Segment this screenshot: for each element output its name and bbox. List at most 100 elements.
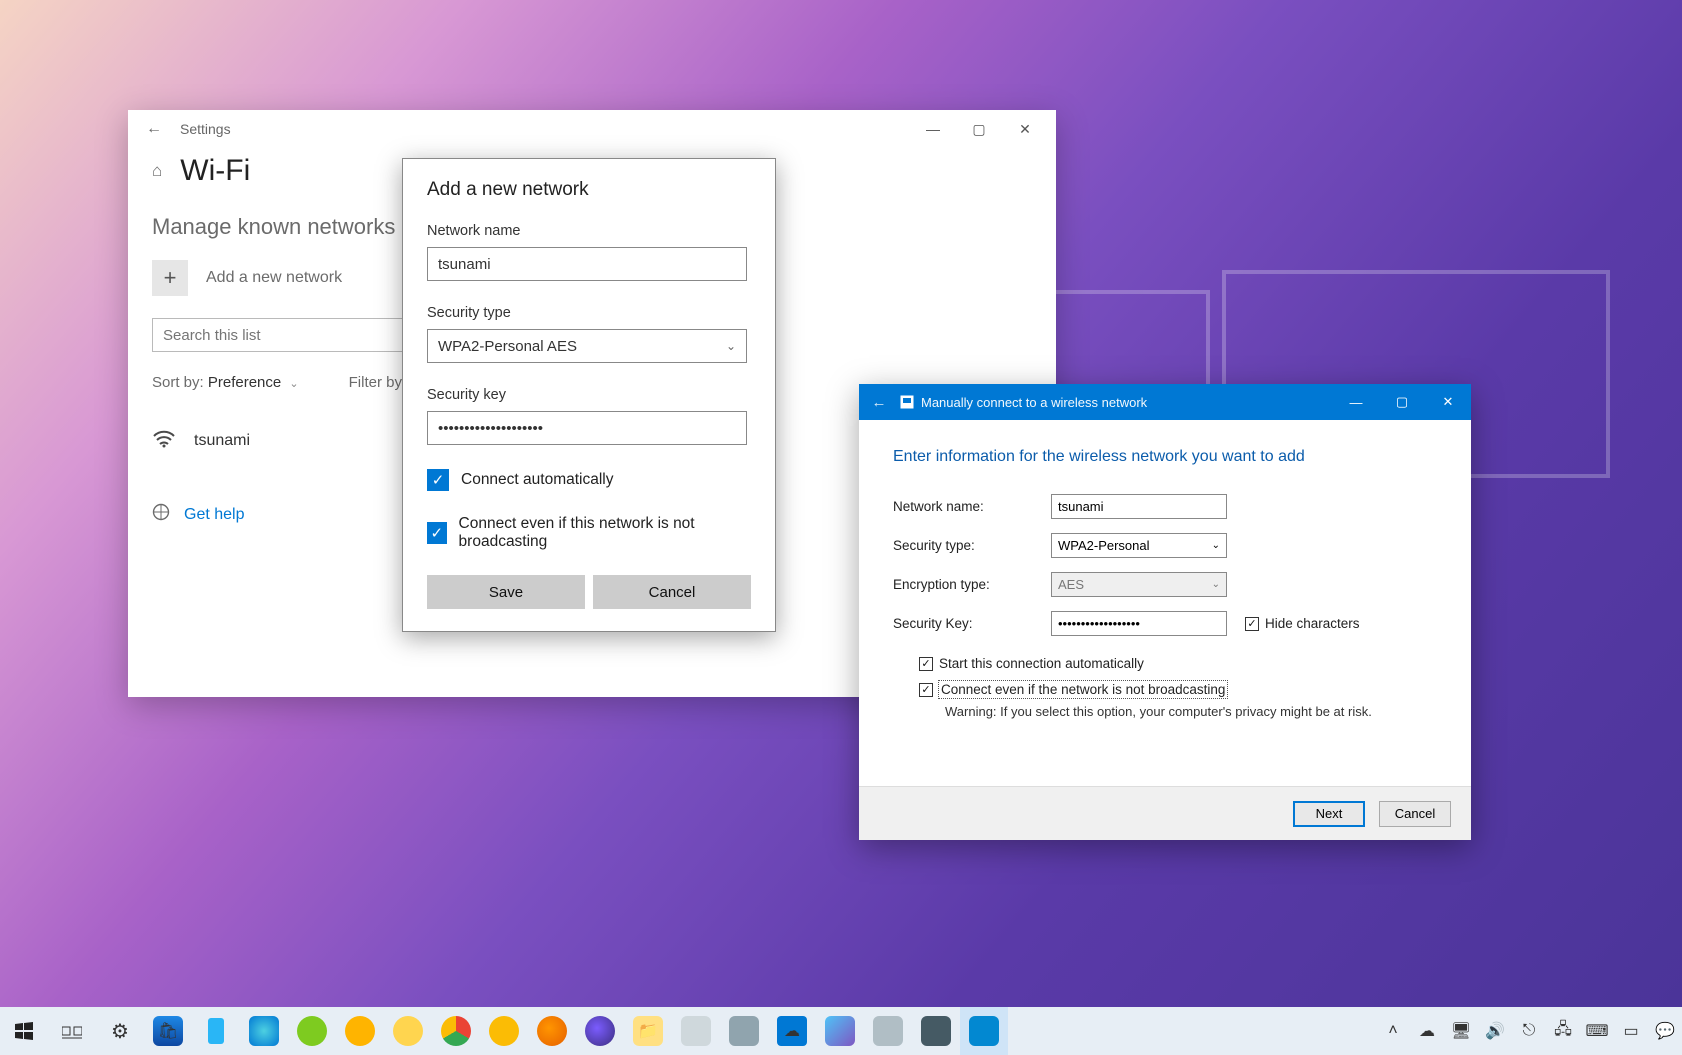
- wizard-body: Enter information for the wireless netwo…: [859, 420, 1471, 719]
- taskbar-app-edge[interactable]: [240, 1007, 288, 1055]
- minimize-button[interactable]: —: [1333, 384, 1379, 420]
- taskbar-app-mail[interactable]: [672, 1007, 720, 1055]
- security-key-input[interactable]: [427, 411, 747, 445]
- taskbar-app-generic2[interactable]: [912, 1007, 960, 1055]
- tray-monitor-icon[interactable]: 🖥: [1444, 1007, 1478, 1055]
- chevron-down-icon: ⌄: [726, 339, 736, 353]
- start-auto-checkbox[interactable]: Start this connection automatically: [919, 656, 1437, 671]
- search-input[interactable]: [152, 318, 442, 352]
- help-icon: [152, 503, 170, 526]
- taskbar-app-photos[interactable]: [816, 1007, 864, 1055]
- connect-nonbroadcast-checkbox[interactable]: ✓ Connect even if this network is not br…: [427, 515, 751, 551]
- app-title: Settings: [180, 121, 231, 137]
- chevron-down-icon: ⌄: [289, 378, 298, 390]
- taskbar-app-edge-dev[interactable]: [336, 1007, 384, 1055]
- minimize-button[interactable]: —: [910, 114, 956, 144]
- checkbox-icon: [919, 657, 933, 671]
- checkmark-icon: ✓: [427, 469, 449, 491]
- connect-nonbroadcast-checkbox[interactable]: Connect even if the network is not broad…: [919, 681, 1437, 698]
- taskbar-app-firefox[interactable]: [528, 1007, 576, 1055]
- taskbar-app-generic1[interactable]: [864, 1007, 912, 1055]
- security-type-value: WPA2-Personal: [1058, 538, 1150, 553]
- encryption-type-value: AES: [1058, 577, 1084, 592]
- taskbar-left: ⚙ 🛍 📁 ☁: [0, 1007, 1008, 1055]
- network-name-input[interactable]: [1051, 494, 1227, 519]
- taskbar-app-chrome-canary[interactable]: [480, 1007, 528, 1055]
- tray-onedrive-icon[interactable]: ☁: [1410, 1007, 1444, 1055]
- maximize-button[interactable]: ▢: [1379, 384, 1425, 420]
- tray-volume-icon[interactable]: 🔊: [1478, 1007, 1512, 1055]
- start-button[interactable]: [0, 1007, 48, 1055]
- security-key-label: Security key: [427, 387, 751, 403]
- filter-label: Filter by:: [349, 374, 407, 391]
- add-network-dialog: Add a new network Network name Security …: [402, 158, 776, 632]
- connect-auto-checkbox[interactable]: ✓ Connect automatically: [427, 469, 751, 491]
- security-type-select[interactable]: WPA2-Personal ⌄: [1051, 533, 1227, 558]
- security-type-label: Security type:: [893, 538, 1051, 553]
- back-button[interactable]: ←: [136, 120, 172, 138]
- security-type-select[interactable]: WPA2-Personal AES ⌄: [427, 329, 747, 363]
- hide-characters-label: Hide characters: [1265, 616, 1360, 631]
- encryption-type-label: Encryption type:: [893, 577, 1051, 592]
- plus-icon[interactable]: +: [152, 260, 188, 296]
- start-auto-label: Start this connection automatically: [939, 656, 1144, 671]
- checkbox-icon: [919, 683, 933, 697]
- sort-value: Preference: [208, 374, 281, 391]
- window-controls: — ▢ ✕: [910, 114, 1048, 144]
- sort-dropdown[interactable]: Sort by: Preference ⌄: [152, 374, 299, 391]
- window-controls: — ▢ ✕: [1333, 384, 1471, 420]
- connect-nonbroadcast-label: Connect even if this network is not broa…: [459, 515, 751, 551]
- taskbar-app-edge-canary[interactable]: [384, 1007, 432, 1055]
- cancel-button[interactable]: Cancel: [1379, 801, 1451, 827]
- security-key-label: Security Key:: [893, 616, 1051, 631]
- network-name-label: Network name:: [893, 499, 1051, 514]
- wizard-footer: Next Cancel: [859, 786, 1471, 840]
- tray-action-center-icon[interactable]: 💬: [1648, 1007, 1682, 1055]
- task-view-button[interactable]: [48, 1007, 96, 1055]
- taskbar-app-control-panel[interactable]: [960, 1007, 1008, 1055]
- tray-network-icon[interactable]: 🖧: [1546, 1007, 1580, 1055]
- tray-generic-icon[interactable]: ▭: [1614, 1007, 1648, 1055]
- wizard-heading: Enter information for the wireless netwo…: [893, 448, 1437, 466]
- cancel-button[interactable]: Cancel: [593, 575, 751, 609]
- taskbar-app-phone[interactable]: [192, 1007, 240, 1055]
- save-button[interactable]: Save: [427, 575, 585, 609]
- taskbar-app-edge-beta[interactable]: [288, 1007, 336, 1055]
- taskbar-app-explorer[interactable]: 📁: [624, 1007, 672, 1055]
- connect-nonbroadcast-label: Connect even if the network is not broad…: [939, 681, 1227, 698]
- tray-overflow-icon[interactable]: ˄: [1376, 1007, 1410, 1055]
- taskbar-app-settings[interactable]: ⚙: [96, 1007, 144, 1055]
- dialog-buttons: Save Cancel: [427, 575, 751, 609]
- next-button[interactable]: Next: [1293, 801, 1365, 827]
- maximize-button[interactable]: ▢: [956, 114, 1002, 144]
- settings-titlebar: ← Settings — ▢ ✕: [128, 110, 1056, 148]
- chevron-down-icon: ⌄: [1212, 540, 1220, 551]
- dialog-title: Add a new network: [427, 179, 751, 201]
- hide-characters-checkbox[interactable]: Hide characters: [1245, 616, 1360, 631]
- connect-auto-label: Connect automatically: [461, 471, 614, 489]
- back-button[interactable]: ←: [859, 394, 899, 411]
- wizard-title: Manually connect to a wireless network: [921, 395, 1147, 410]
- wifi-icon: [152, 427, 176, 455]
- taskbar-app-chrome[interactable]: [432, 1007, 480, 1055]
- taskbar-app-firefox-nightly[interactable]: [576, 1007, 624, 1055]
- tray-keyboard-icon[interactable]: ⌨: [1580, 1007, 1614, 1055]
- close-button[interactable]: ✕: [1425, 384, 1471, 420]
- tray-usb-icon[interactable]: ⎋: [1512, 1007, 1546, 1055]
- checkmark-icon: ✓: [427, 522, 447, 544]
- checkbox-icon: [1245, 617, 1259, 631]
- security-key-input[interactable]: [1051, 611, 1227, 636]
- encryption-type-select: AES ⌄: [1051, 572, 1227, 597]
- network-name: tsunami: [194, 432, 250, 450]
- security-type-value: WPA2-Personal AES: [438, 338, 577, 355]
- taskbar-app-onedrive[interactable]: ☁: [768, 1007, 816, 1055]
- system-tray: ˄ ☁ 🖥 🔊 ⎋ 🖧 ⌨ ▭ 💬: [1376, 1007, 1682, 1055]
- home-icon[interactable]: ⌂: [152, 161, 162, 181]
- taskbar-app-store[interactable]: 🛍: [144, 1007, 192, 1055]
- network-name-input[interactable]: [427, 247, 747, 281]
- help-link[interactable]: Get help: [184, 506, 244, 524]
- taskbar-app-calendar[interactable]: [720, 1007, 768, 1055]
- network-icon: [899, 394, 915, 410]
- close-button[interactable]: ✕: [1002, 114, 1048, 144]
- chevron-down-icon: ⌄: [1212, 579, 1220, 590]
